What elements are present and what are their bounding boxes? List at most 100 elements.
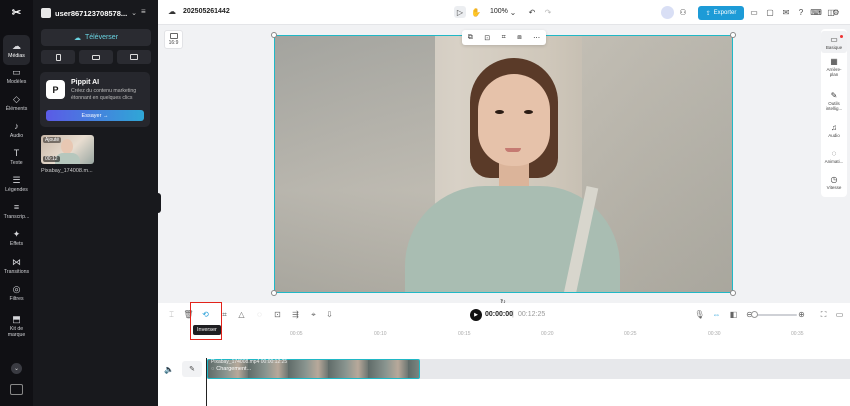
ruler-tick: 00:15 xyxy=(458,331,471,337)
aspect-ratio-button[interactable]: 16:9 xyxy=(164,30,183,49)
replace-icon[interactable]: ⧉ xyxy=(468,34,473,42)
project-name[interactable]: 202505261442 xyxy=(183,8,230,15)
play-button[interactable]: ▶ xyxy=(470,309,482,321)
screen-record-icon xyxy=(130,54,138,60)
split-icon[interactable]: ⌶ xyxy=(166,309,177,320)
comment-icon[interactable]: ▢ xyxy=(764,6,776,18)
feedback-icon[interactable]: ✉ xyxy=(780,6,792,18)
ruler-tick: 00:20 xyxy=(541,331,554,337)
try-button[interactable]: Essayer → xyxy=(46,110,144,121)
panel-collapse-handle[interactable] xyxy=(155,193,161,213)
left-navigation: ✂ ☁ Médias ▭ Modèles ◇ Éléments ♪ Audio … xyxy=(0,0,33,406)
ratio-label: 16:9 xyxy=(168,40,179,46)
phone-source-button[interactable] xyxy=(41,50,75,64)
nav-item-effects[interactable]: ✦ Effets xyxy=(0,223,33,253)
keyboard-shortcuts-icon[interactable] xyxy=(10,384,23,395)
tab-label: Audio xyxy=(828,133,840,138)
tab-audio[interactable]: ♫ Audio xyxy=(821,123,847,138)
invite-user-icon[interactable]: ⚇ xyxy=(677,6,689,18)
fit-icon[interactable]: ⊡ xyxy=(484,34,490,42)
nav-item-transcript[interactable]: ≡ Transcrip... xyxy=(0,196,33,226)
video-canvas[interactable] xyxy=(274,35,733,293)
help-icon[interactable]: ? xyxy=(795,6,807,18)
clip-label: Pixabay_174008.mp4 00:00:12:25 xyxy=(211,359,288,365)
reverse-tooltip: Inverser xyxy=(193,325,221,335)
crop-icon[interactable]: ⌗ xyxy=(502,34,506,42)
canvas-floating-toolbar: ⧉ ⊡ ⌗ ⧈ ⋯ xyxy=(462,30,546,45)
tab-label: Animati... xyxy=(824,159,844,164)
speed-icon: ◷ xyxy=(830,175,838,184)
account-switcher[interactable]: user867123708578... ⌄ xyxy=(41,6,153,20)
notification-dot xyxy=(840,35,843,38)
media-thumbnail[interactable]: Ajouté 00:12 xyxy=(41,135,94,164)
timeline-zoom-slider[interactable] xyxy=(755,314,797,316)
microphone-icon[interactable]: 🎙 xyxy=(694,309,705,320)
nav-label: Éléments xyxy=(5,106,28,112)
nav-item-elements[interactable]: ◇ Éléments xyxy=(0,88,33,118)
audio-icon: ♫ xyxy=(831,123,837,132)
nav-item-audio[interactable]: ♪ Audio xyxy=(0,115,33,145)
ruler-tick: 00:10 xyxy=(374,331,387,337)
undo-icon[interactable]: ↶ xyxy=(526,6,538,18)
track-audio-icon[interactable]: 🔈 xyxy=(164,365,174,374)
export-label: Exporter xyxy=(713,10,737,16)
playhead[interactable] xyxy=(206,358,207,406)
aspect-ratio-icon xyxy=(169,33,178,39)
smart-tools-icon[interactable]: ⧈ xyxy=(517,34,521,42)
screen-record-button[interactable] xyxy=(117,50,151,64)
resize-handle-bottom-left[interactable] xyxy=(271,290,277,296)
nav-item-text[interactable]: T Texte xyxy=(0,142,33,172)
keyboard-icon[interactable]: ⌨ xyxy=(810,6,822,18)
text-split-icon[interactable]: ⇶ xyxy=(290,309,301,320)
menu-icon[interactable]: ≡ xyxy=(141,8,150,16)
top-bar: ☁ 202505261442 ▷ ✋ 100% ⌄ ↶ ↷ ⚇ ⇪ Export… xyxy=(158,0,850,25)
detect-icon[interactable]: ⊡ xyxy=(272,309,283,320)
nav-label: Texte xyxy=(10,160,23,166)
zoom-level[interactable]: 100% xyxy=(490,8,508,15)
hand-icon[interactable]: ✋ xyxy=(470,6,482,18)
fullscreen-icon[interactable]: ▭ xyxy=(834,309,845,320)
nav-item-transitions[interactable]: ⋈ Transitions xyxy=(0,251,33,281)
link-icon[interactable]: ⇔ xyxy=(711,309,722,320)
tab-smart-tools[interactable]: ✎ Outils intellig... xyxy=(821,91,847,111)
nav-item-captions[interactable]: ☰ Légendes xyxy=(0,169,33,199)
settings-gear-icon[interactable]: ⚙ xyxy=(830,6,842,18)
split-audio-icon[interactable]: ◧ xyxy=(728,309,739,320)
chevron-down-icon[interactable]: ⌄ xyxy=(507,6,519,18)
freeze-icon[interactable]: ◌ xyxy=(254,309,265,320)
tab-background[interactable]: ▦ Arrière-plan xyxy=(821,57,847,77)
upload-button[interactable]: ☁ Téléverser xyxy=(41,29,151,46)
trim-icon[interactable]: ⌖ xyxy=(308,309,319,320)
mirror-icon[interactable]: △ xyxy=(236,309,247,320)
nav-item-templates[interactable]: ▭ Modèles xyxy=(0,61,33,91)
download-icon[interactable]: ⇩ xyxy=(324,309,335,320)
zoom-slider-knob[interactable] xyxy=(751,311,758,318)
resize-handle-top-right[interactable] xyxy=(730,32,736,38)
expand-chevron-icon[interactable]: ⌄ xyxy=(11,363,22,374)
select-pointer-icon[interactable]: ▷ xyxy=(454,6,466,18)
monitor-icon[interactable]: ▭ xyxy=(748,6,760,18)
track-edit-icon[interactable]: ✎ xyxy=(182,361,202,377)
shapes-icon: ◇ xyxy=(13,93,20,104)
brand-kit-icon: ⬒ xyxy=(12,313,21,324)
nav-item-brand-kit[interactable]: ⬒ Kit de marque xyxy=(0,307,33,345)
capcut-logo-icon[interactable]: ✂ xyxy=(9,6,24,19)
more-options-icon[interactable]: ⋯ xyxy=(533,34,540,42)
tab-animation[interactable]: ◌ Animati... xyxy=(821,149,847,164)
fit-timeline-icon[interactable]: ⛶ xyxy=(818,309,829,320)
resize-handle-top-left[interactable] xyxy=(271,32,277,38)
resize-handle-bottom-right[interactable] xyxy=(730,290,736,296)
zoom-in-icon[interactable]: ⊕ xyxy=(796,309,807,320)
collaborator-avatar[interactable] xyxy=(661,6,674,19)
chevron-down-icon: ⌄ xyxy=(131,10,138,17)
nav-item-filters[interactable]: ◎ Filtres xyxy=(0,278,33,308)
upload-arrow-icon: ⇪ xyxy=(705,10,711,17)
total-time: 00:12:25 xyxy=(518,311,546,318)
camera-source-button[interactable] xyxy=(79,50,113,64)
redo-icon[interactable]: ↷ xyxy=(542,6,554,18)
export-button[interactable]: ⇪ Exporter xyxy=(698,6,744,20)
tab-speed[interactable]: ◷ Vitesse xyxy=(821,175,847,190)
ruler-tick: 00:05 xyxy=(290,331,303,337)
tab-basic[interactable]: ▭ Basique xyxy=(821,31,847,53)
current-time: 00:00:00 xyxy=(485,311,514,318)
